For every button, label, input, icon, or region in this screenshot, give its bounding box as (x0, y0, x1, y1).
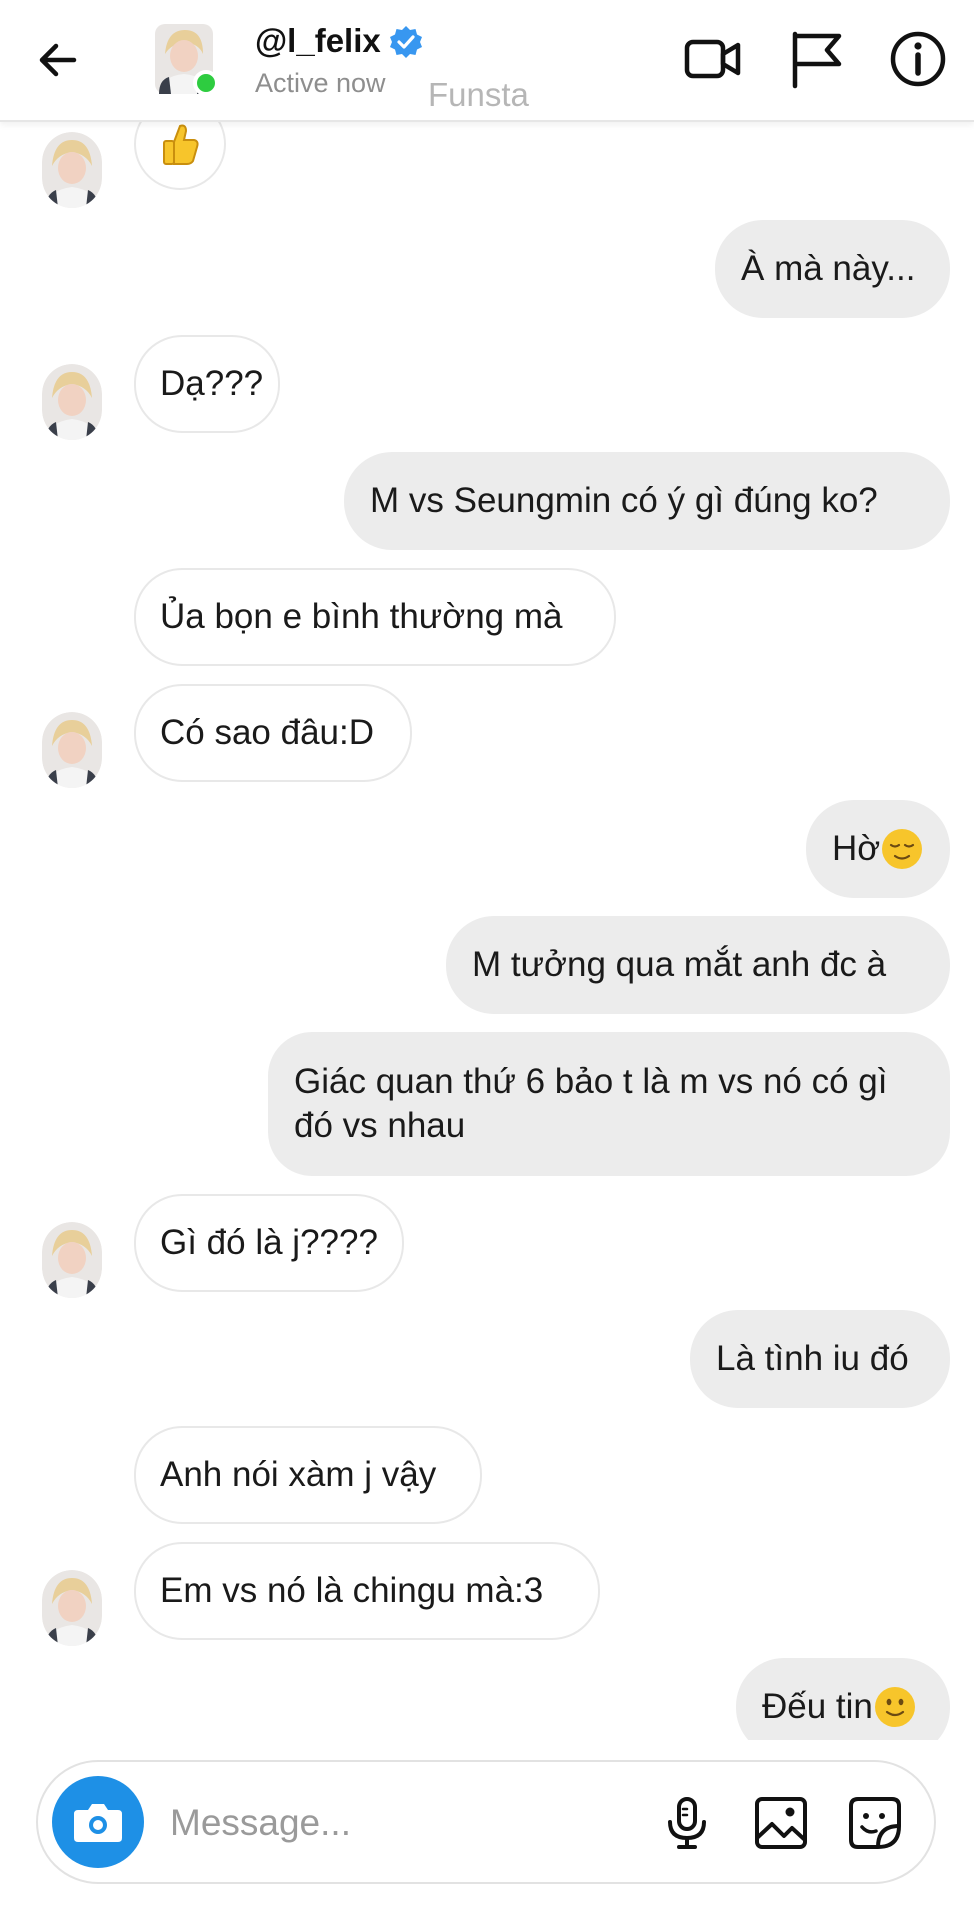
camera-button[interactable] (52, 1776, 144, 1868)
message-bubble-outgoing[interactable]: M vs Seungmin có ý gì đúng ko? (344, 452, 950, 550)
message-thread[interactable]: À mà này... Dạ??? M vs Seungmin có ý gì … (0, 120, 974, 1740)
relieved-face-icon (882, 829, 923, 869)
slightly-smiling-face-icon (874, 1687, 915, 1727)
message-text: Em vs nó là chingu mà:3 (160, 1571, 544, 1610)
message-text: Ủa bọn e bình thường mà (160, 597, 563, 636)
message-bubble-outgoing[interactable]: À mà này... (715, 220, 950, 318)
verified-badge-icon (390, 26, 422, 58)
camera-icon (74, 1804, 122, 1842)
message-bubble-incoming[interactable]: Anh nói xàm j vậy (134, 1426, 482, 1524)
message-text: À mà này... (741, 249, 916, 288)
gallery-icon[interactable] (752, 1794, 810, 1852)
message-text: M vs Seungmin có ý gì đúng ko? (370, 481, 878, 520)
info-icon[interactable] (887, 28, 949, 90)
presence-status: Active now (255, 68, 386, 98)
online-indicator (193, 70, 219, 96)
message-text: M tưởng qua mắt anh đc à (472, 945, 887, 984)
message-text: Anh nói xàm j vậy (160, 1455, 437, 1494)
message-bubble-incoming[interactable]: Gì đó là j???? (134, 1194, 404, 1292)
message-bubble-outgoing[interactable]: M tưởng qua mắt anh đc à (446, 916, 950, 1014)
message-text: Giác quan thứ 6 bảo t là m vs nó có gì đ… (294, 1062, 888, 1145)
message-bubble-incoming[interactable]: Có sao đâu:D (134, 684, 412, 782)
message-bubble-outgoing[interactable]: Hờ (806, 800, 950, 898)
thumbs-up-icon (163, 124, 199, 165)
message-composer (36, 1760, 936, 1884)
sender-avatar[interactable] (42, 1570, 102, 1646)
message-text: Dạ??? (160, 364, 264, 403)
message-text: Đếu tin (762, 1687, 873, 1726)
message-bubble-incoming[interactable]: Dạ??? (134, 335, 280, 433)
back-arrow-icon[interactable] (30, 30, 90, 90)
message-bubble-outgoing[interactable]: Là tình iu đó (690, 1310, 950, 1408)
message-bubble-outgoing[interactable]: Giác quan thứ 6 bảo t là m vs nó có gì đ… (268, 1032, 950, 1176)
message-bubble-incoming[interactable]: Ủa bọn e bình thường mà (134, 568, 616, 666)
message-bubble-incoming[interactable] (134, 120, 226, 190)
sender-avatar[interactable] (42, 1222, 102, 1298)
message-text: Gì đó là j???? (160, 1223, 378, 1262)
message-bubble-outgoing[interactable]: Đếu tin (736, 1658, 950, 1740)
video-call-icon[interactable] (682, 28, 744, 90)
message-bubble-incoming[interactable]: Em vs nó là chingu mà:3 (134, 1542, 600, 1640)
sender-avatar[interactable] (42, 132, 102, 208)
message-text: Hờ (832, 829, 881, 868)
sticker-icon[interactable] (846, 1794, 904, 1852)
sender-avatar[interactable] (42, 364, 102, 440)
sender-avatar[interactable] (42, 712, 102, 788)
chat-username[interactable]: @l_felix (255, 22, 381, 60)
flag-icon[interactable] (785, 28, 847, 90)
watermark-text: Funsta (428, 76, 529, 113)
microphone-icon[interactable] (658, 1794, 716, 1852)
message-input[interactable] (168, 1792, 652, 1854)
message-text: Có sao đâu:D (160, 713, 375, 752)
message-text: Là tình iu đó (716, 1339, 909, 1378)
